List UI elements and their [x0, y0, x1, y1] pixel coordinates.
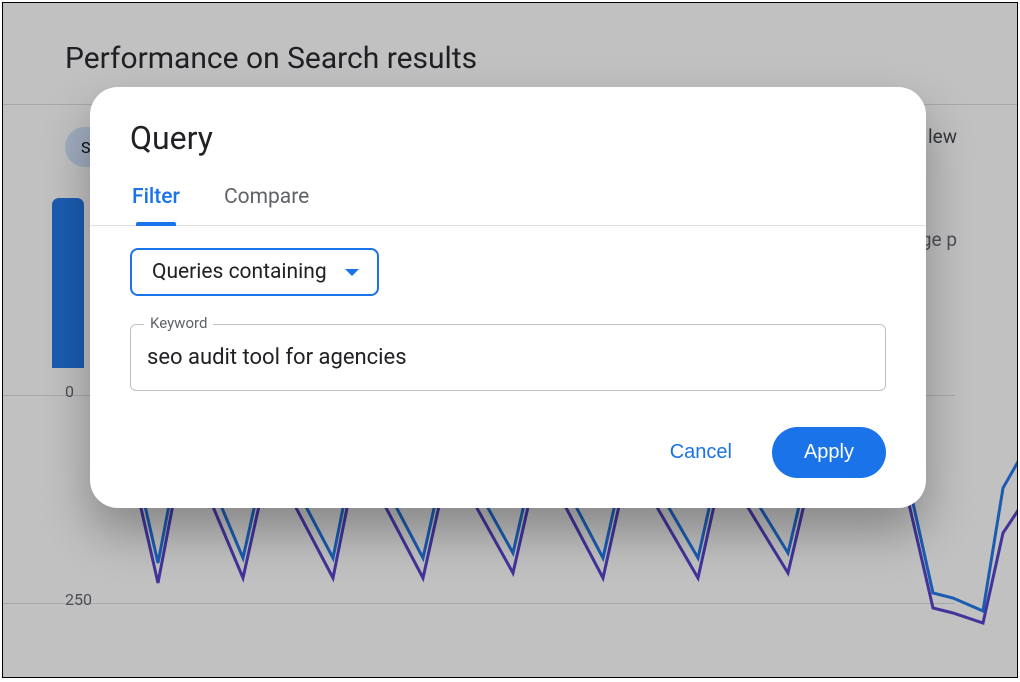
dropdown-selected-label: Queries containing	[152, 260, 327, 284]
apply-button[interactable]: Apply	[772, 427, 886, 478]
query-mode-dropdown[interactable]: Queries containing	[130, 248, 379, 296]
modal-tabs: Filter Compare	[90, 185, 926, 226]
tab-filter[interactable]: Filter	[130, 185, 182, 225]
modal-title: Query	[130, 119, 886, 157]
tab-compare[interactable]: Compare	[222, 185, 311, 225]
query-modal: Query Filter Compare Queries containing …	[90, 87, 926, 508]
keyword-field-wrap: Keyword	[130, 324, 886, 391]
keyword-field-label: Keyword	[144, 314, 213, 332]
caret-down-icon	[345, 269, 359, 276]
modal-actions: Cancel Apply	[130, 427, 886, 478]
keyword-input[interactable]	[130, 324, 886, 391]
cancel-button[interactable]: Cancel	[658, 431, 744, 474]
